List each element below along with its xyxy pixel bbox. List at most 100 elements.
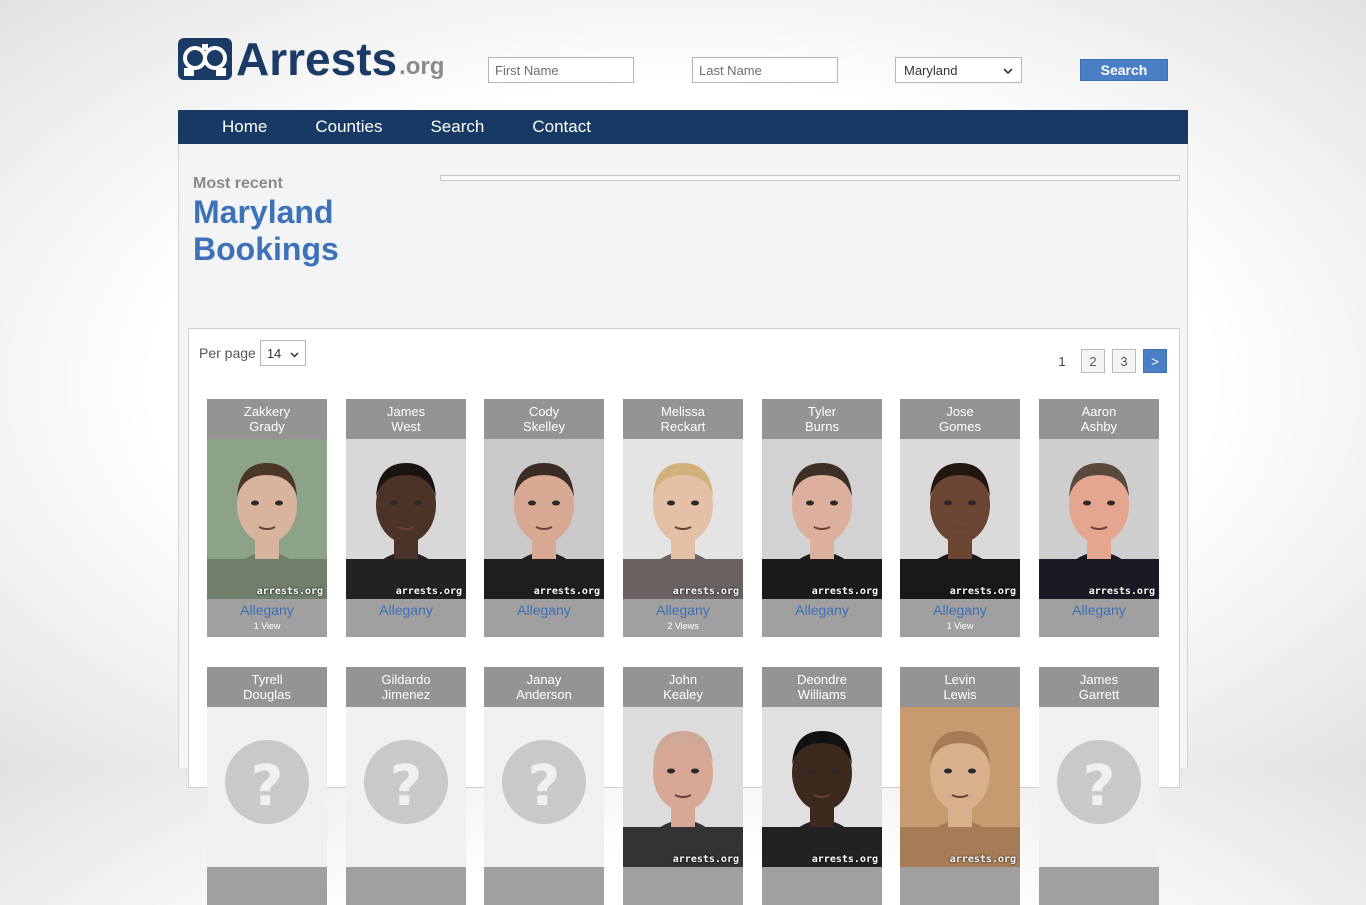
- county-link[interactable]: Allegany: [346, 602, 466, 619]
- inmate-card[interactable]: Levin Lewis arrests.org: [900, 667, 1020, 905]
- inmate-first-name: Aaron: [1081, 404, 1117, 419]
- view-count: [623, 887, 743, 905]
- mugshot-photo[interactable]: ?: [346, 707, 466, 867]
- county-link[interactable]: [623, 870, 743, 887]
- inmate-card[interactable]: Cody Skelley arrests.org Allegany: [484, 399, 604, 637]
- inmate-card[interactable]: Jose Gomes arrests.org Allegany 1 View: [900, 399, 1020, 637]
- inmate-name[interactable]: Tyrell Douglas: [207, 667, 327, 707]
- page-link-3[interactable]: 3: [1112, 349, 1136, 373]
- inmate-name[interactable]: Deondre Williams: [762, 667, 882, 707]
- inmate-name[interactable]: Zakkery Grady: [207, 399, 327, 439]
- inmate-last-name: Anderson: [516, 687, 572, 702]
- mugshot-photo[interactable]: arrests.org: [900, 707, 1020, 867]
- mugshot-photo[interactable]: ?: [207, 707, 327, 867]
- inmate-card[interactable]: Deondre Williams arrests.org: [762, 667, 882, 905]
- inmate-card[interactable]: Melissa Reckart arrests.org Allegany 2 Views: [623, 399, 743, 637]
- inmate-name[interactable]: John Kealey: [623, 667, 743, 707]
- site-logo[interactable]: Arrests .org: [178, 36, 444, 82]
- inmate-last-name: Burns: [805, 419, 839, 434]
- mugshot-photo[interactable]: arrests.org: [623, 707, 743, 867]
- per-page-label: Per page: [199, 345, 256, 361]
- per-page-control: Per page 14: [199, 340, 306, 366]
- inmate-first-name: Melissa: [660, 404, 706, 419]
- mugshot-photo[interactable]: arrests.org: [900, 439, 1020, 599]
- county-link[interactable]: [484, 870, 604, 887]
- state-select[interactable]: Maryland: [895, 57, 1022, 83]
- county-link[interactable]: Allegany: [623, 602, 743, 619]
- inmate-first-name: John: [668, 672, 698, 687]
- inmate-name[interactable]: Jose Gomes: [900, 399, 1020, 439]
- inmate-card[interactable]: Tyrell Douglas?: [207, 667, 327, 905]
- nav-search[interactable]: Search: [430, 117, 484, 137]
- nav-home[interactable]: Home: [222, 117, 267, 137]
- inmate-card[interactable]: James Garrett?: [1039, 667, 1159, 905]
- mugshot-photo[interactable]: arrests.org: [762, 439, 882, 599]
- inmate-name[interactable]: Gildardo Jimenez: [346, 667, 466, 707]
- county-link[interactable]: [900, 870, 1020, 887]
- inmate-name[interactable]: Aaron Ashby: [1039, 399, 1159, 439]
- inmate-card[interactable]: Aaron Ashby arrests.org Allegany: [1039, 399, 1159, 637]
- inmate-card[interactable]: James West arrests.org Allegany: [346, 399, 466, 637]
- inmate-name[interactable]: Tyler Burns: [762, 399, 882, 439]
- view-count: [762, 887, 882, 905]
- inmate-first-name: Tyrell: [251, 672, 283, 687]
- county-link[interactable]: Allegany: [1039, 602, 1159, 619]
- mugshot-photo[interactable]: arrests.org: [623, 439, 743, 599]
- county-link[interactable]: [207, 870, 327, 887]
- county-link[interactable]: Allegany: [762, 602, 882, 619]
- county-link[interactable]: Allegany: [207, 602, 327, 619]
- inmate-last-name: Garrett: [1078, 687, 1120, 702]
- inmate-name[interactable]: Janay Anderson: [484, 667, 604, 707]
- inmate-card[interactable]: Tyler Burns arrests.org Allegany: [762, 399, 882, 637]
- view-count: [484, 619, 604, 637]
- inmate-first-name: Levin: [944, 672, 976, 687]
- county-link[interactable]: [762, 870, 882, 887]
- chevron-down-icon: [290, 346, 299, 361]
- inmate-card[interactable]: Zakkery Grady arrests.org Allegany 1 View: [207, 399, 327, 637]
- county-link[interactable]: [346, 870, 466, 887]
- mugshot-photo[interactable]: arrests.org: [484, 439, 604, 599]
- inmate-first-name: Gildardo: [381, 672, 431, 687]
- mugshot-portrait-icon: [1039, 463, 1159, 599]
- mugshot-portrait-icon: [762, 463, 882, 599]
- view-count: [346, 887, 466, 905]
- mugshot-portrait-icon: [623, 463, 743, 599]
- inmate-card[interactable]: Janay Anderson?: [484, 667, 604, 905]
- inmate-name[interactable]: Melissa Reckart: [623, 399, 743, 439]
- county-link[interactable]: Allegany: [484, 602, 604, 619]
- page-title-line2: Bookings: [193, 231, 339, 267]
- mugshot-photo[interactable]: arrests.org: [346, 439, 466, 599]
- view-count: [484, 887, 604, 905]
- pagination: 1 2 3 >: [1043, 349, 1167, 373]
- inmate-card[interactable]: Gildardo Jimenez?: [346, 667, 466, 905]
- mugshot-photo[interactable]: arrests.org: [1039, 439, 1159, 599]
- first-name-input[interactable]: [488, 57, 634, 83]
- inmate-name[interactable]: James Garrett: [1039, 667, 1159, 707]
- svg-text:?: ?: [528, 754, 560, 819]
- last-name-input[interactable]: [692, 57, 838, 83]
- nav-counties[interactable]: Counties: [315, 117, 382, 137]
- page-link-2[interactable]: 2: [1081, 349, 1105, 373]
- no-photo-placeholder-icon: ?: [364, 740, 448, 824]
- search-button[interactable]: Search: [1080, 59, 1168, 81]
- inmate-name[interactable]: James West: [346, 399, 466, 439]
- next-page-button[interactable]: >: [1143, 349, 1167, 373]
- inmate-name[interactable]: Levin Lewis: [900, 667, 1020, 707]
- per-page-select[interactable]: 14: [259, 340, 306, 366]
- inmate-card[interactable]: John Kealey arrests.org: [623, 667, 743, 905]
- county-link[interactable]: Allegany: [900, 602, 1020, 619]
- most-recent-label: Most recent: [193, 175, 283, 192]
- inmate-last-name: Reckart: [660, 419, 706, 434]
- mugshot-photo[interactable]: ?: [1039, 707, 1159, 867]
- mugshot-photo[interactable]: arrests.org: [207, 439, 327, 599]
- mugshot-photo[interactable]: ?: [484, 707, 604, 867]
- inmate-last-name: Gomes: [939, 419, 981, 434]
- inmate-last-name: Grady: [249, 419, 285, 434]
- view-count: [900, 887, 1020, 905]
- view-count: [1039, 887, 1159, 905]
- county-link[interactable]: [1039, 870, 1159, 887]
- no-photo-placeholder-icon: ?: [502, 740, 586, 824]
- mugshot-photo[interactable]: arrests.org: [762, 707, 882, 867]
- nav-contact[interactable]: Contact: [532, 117, 591, 137]
- inmate-name[interactable]: Cody Skelley: [484, 399, 604, 439]
